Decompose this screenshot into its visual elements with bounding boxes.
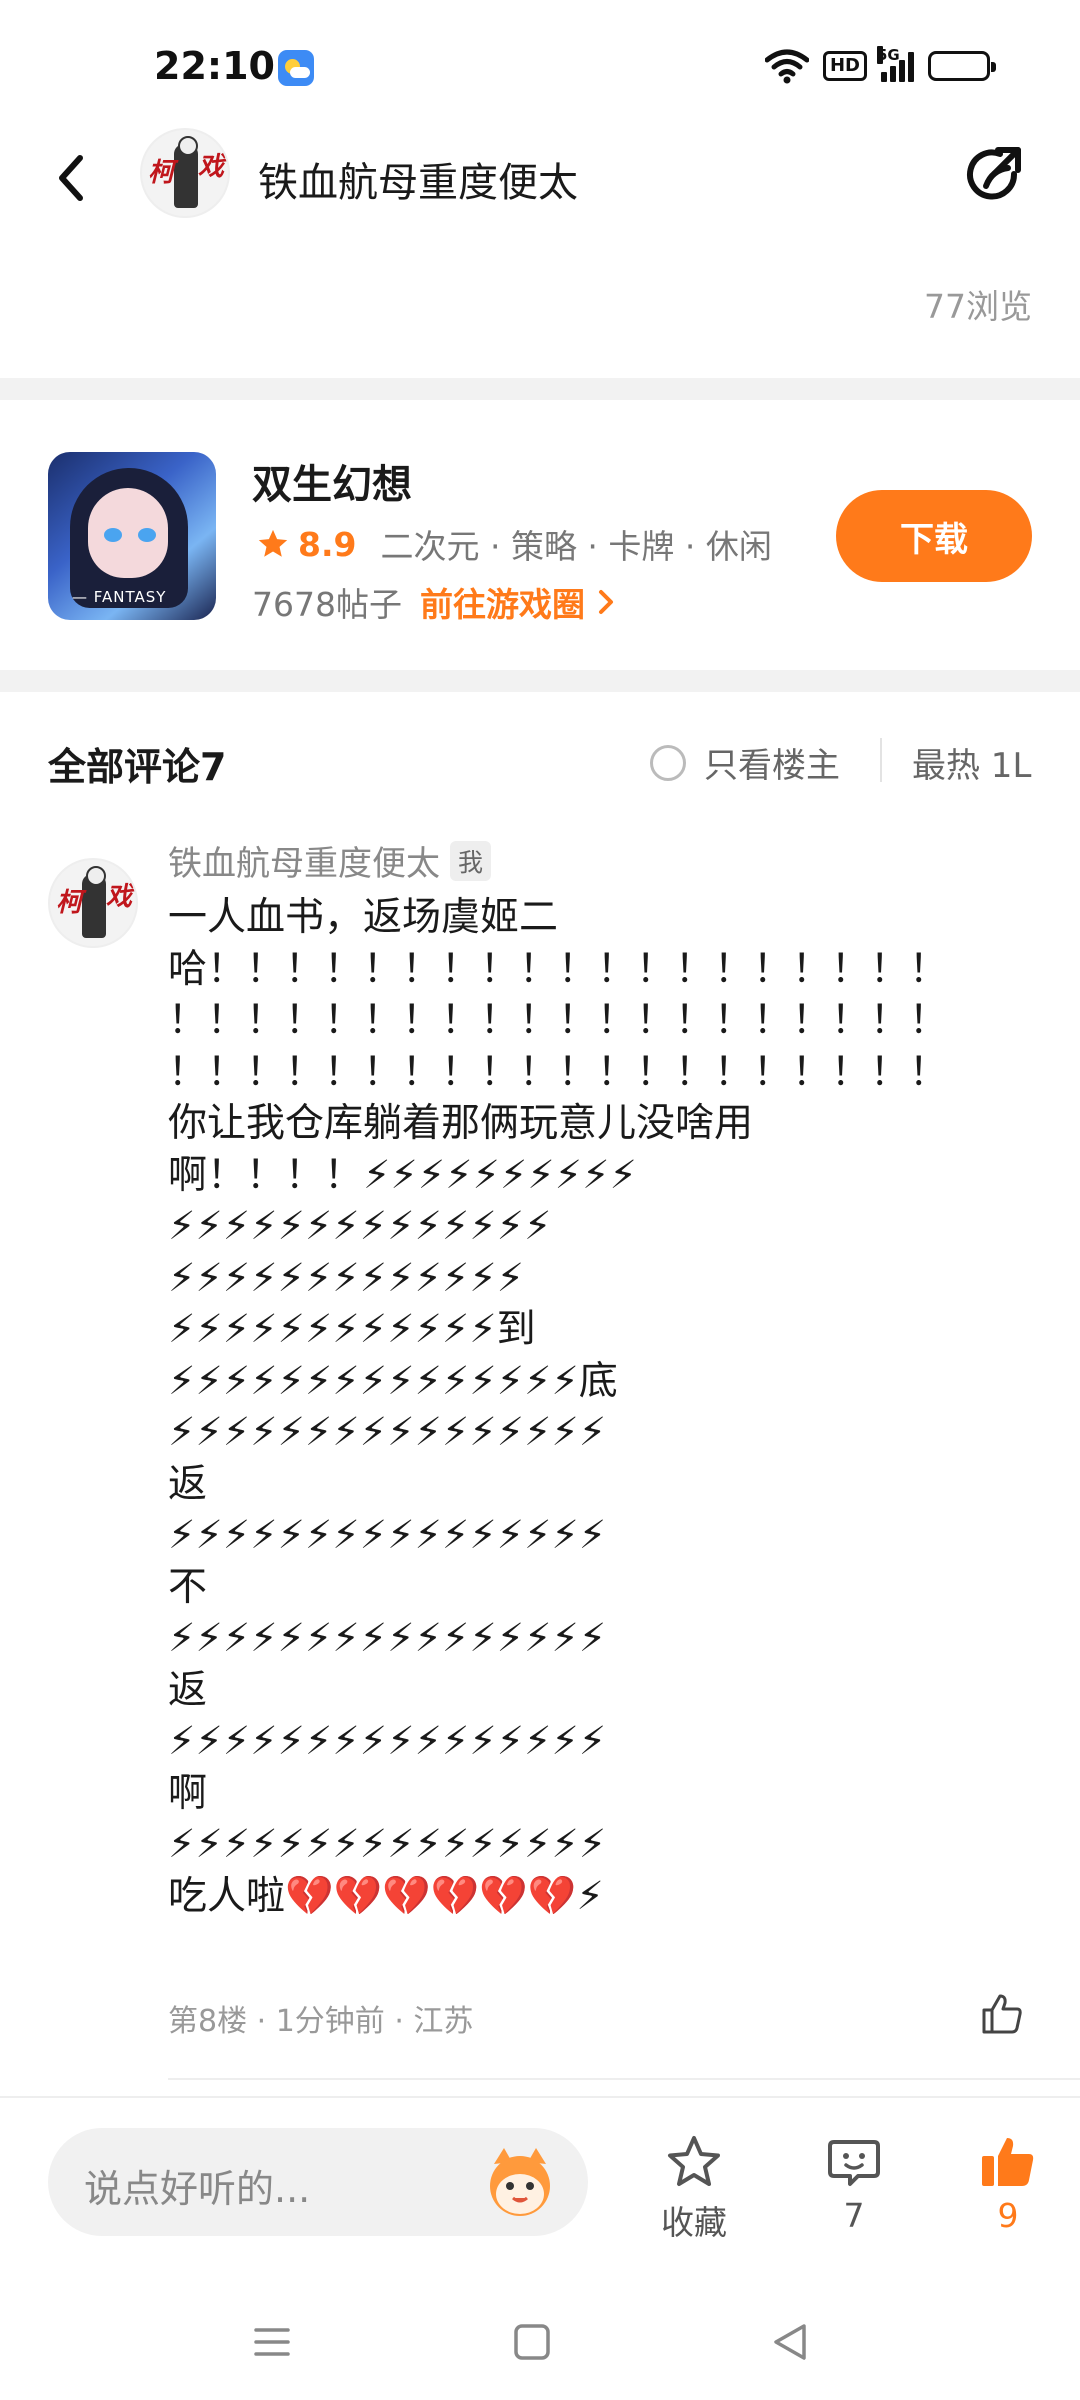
comments-title: 全部评论7 [48,745,227,789]
reply-placeholder: 说点好听的... [84,2167,311,2211]
author-name[interactable]: 铁血航母重度便太 [258,150,578,208]
thumbs-up-icon[interactable] [978,1990,1026,2038]
network-type: 5G [877,46,900,64]
favorite-label: 收藏 [661,2203,727,2242]
back-arrow-icon[interactable] [52,148,92,208]
radio-icon[interactable] [650,744,686,781]
chevron-right-icon [598,590,613,614]
like-count: 9 [997,2196,1019,2235]
game-tags: 二次元 · 策略 · 卡牌 · 休闲 [380,527,772,566]
post-header: 柯戏 铁血航母重度便太 [0,128,1080,228]
divider [880,738,882,782]
game-rating-row: 8.9 二次元 · 策略 · 卡牌 · 休闲 [256,520,780,568]
hd-badge: HD [822,51,867,81]
commenter-name[interactable]: 铁血航母重度便太 [168,836,440,885]
thumbs-up-filled-icon [982,2138,1034,2186]
status-bar: 22:10 HD 5G [0,0,1080,130]
comment-meta: 第8楼 · 1分钟前 · 江苏 [168,2004,474,2039]
goto-game-circle-label: 前往游戏圈 [419,585,585,624]
game-rating: 8.9 [298,524,357,564]
game-post-count: 7678帖子 [252,585,402,624]
like-button[interactable]: 9 [948,2132,1068,2235]
section-divider [0,378,1080,400]
only-op-toggle[interactable]: 只看楼主 [650,738,840,787]
battery-icon [928,51,996,81]
comment-button[interactable]: 7 [794,2132,914,2235]
status-time: 22:10 [154,44,275,88]
system-nav-bar [0,2290,1080,2400]
goto-game-circle-link[interactable]: 前往游戏圈 [420,578,617,626]
game-name[interactable]: 双生幻想 [252,452,412,510]
status-indicators: HD 5G [764,46,996,86]
back-triangle-icon[interactable] [760,2312,820,2372]
share-icon[interactable] [964,144,1028,208]
game-card[interactable]: — FANTASY 双生幻想 8.9 二次元 · 策略 · 卡牌 · 休闲 76… [0,400,1080,670]
sort-hot-tab[interactable]: 最热 1L [912,738,1032,787]
commenter-row: 铁血航母重度便太 我 [168,836,492,885]
weather-icon [278,50,314,86]
mascot-emoji-icon[interactable] [480,2142,560,2222]
section-divider [0,670,1080,692]
bottom-action-bar: 说点好听的... 收藏 7 9 [0,2096,1080,2286]
game-icon[interactable]: — FANTASY [48,452,216,620]
view-count: 77浏览 [924,287,1032,326]
commenter-avatar[interactable]: 柯戏 [48,858,138,948]
signal-icon: 5G [877,46,914,82]
download-button[interactable]: 下载 [836,490,1032,582]
favorite-button[interactable]: 收藏 [634,2132,754,2244]
wifi-icon [764,49,809,84]
menu-icon[interactable] [242,2312,302,2372]
only-op-label: 只看楼主 [704,746,840,786]
comments-header: 全部评论7 只看楼主 最热 1L [0,692,1080,828]
reply-input[interactable]: 说点好听的... [48,2128,588,2236]
comment-count: 7 [843,2196,865,2235]
game-icon-text: — FANTASY [72,588,167,606]
game-posts-row: 7678帖子 前往游戏圈 [252,578,617,626]
star-icon [258,529,288,557]
comment-body[interactable]: 一人血书，返场虞姬二 哈！！！！！！！！！！！！！！！！！！！ ！！！！！！！！… [168,892,1018,1922]
comment-bubble-icon [828,2140,880,2186]
star-outline-icon [668,2136,720,2186]
author-avatar[interactable]: 柯戏 [140,128,230,218]
comment-divider [168,2078,1080,2080]
home-square-icon[interactable] [502,2312,562,2372]
me-badge: 我 [450,840,492,881]
